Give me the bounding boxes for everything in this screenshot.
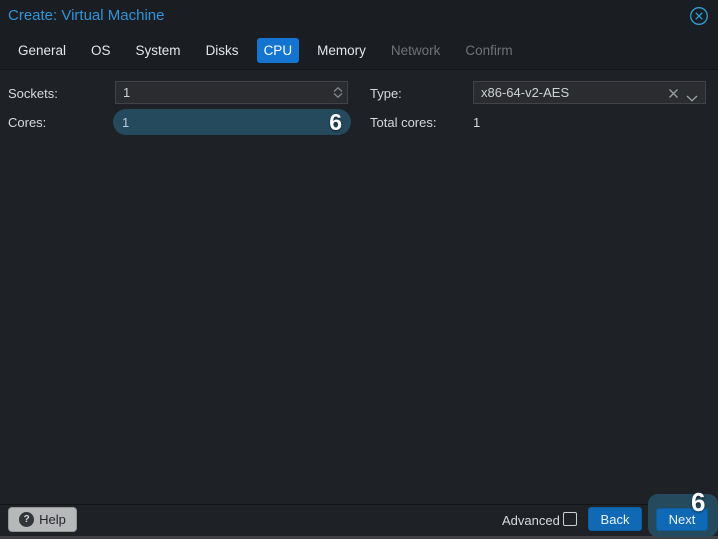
- tab-memory[interactable]: Memory: [310, 38, 373, 63]
- clear-icon[interactable]: [668, 87, 679, 102]
- tab-disks[interactable]: Disks: [199, 38, 246, 63]
- sockets-input[interactable]: [116, 82, 347, 103]
- cores-label: Cores:: [8, 115, 46, 130]
- cores-field: [113, 109, 351, 135]
- dialog-titlebar: Create: Virtual Machine: [0, 0, 718, 31]
- close-icon[interactable]: [689, 6, 709, 26]
- next-button[interactable]: Next: [656, 508, 708, 531]
- cores-input[interactable]: [113, 109, 351, 135]
- tab-confirm: Confirm: [458, 38, 519, 63]
- page-title: Create: Virtual Machine: [8, 7, 164, 24]
- tab-os[interactable]: OS: [84, 38, 118, 63]
- tab-cpu[interactable]: CPU: [257, 38, 300, 63]
- type-label: Type:: [370, 86, 402, 101]
- back-button[interactable]: Back: [588, 507, 642, 531]
- wizard-tab-bar: General OS System Disks CPU Memory Netwo…: [0, 31, 718, 70]
- sockets-spinner[interactable]: [333, 82, 343, 103]
- create-vm-dialog: Create: Virtual Machine General OS Syste…: [0, 0, 718, 539]
- tab-general[interactable]: General: [11, 38, 73, 63]
- total-cores-value: 1: [473, 115, 480, 130]
- question-icon: ?: [19, 512, 34, 527]
- chevron-down-icon[interactable]: [686, 90, 698, 105]
- chevron-up-icon: [333, 87, 343, 92]
- chevron-down-icon: [333, 93, 343, 98]
- tab-network: Network: [384, 38, 448, 63]
- tab-system[interactable]: System: [129, 38, 188, 63]
- total-cores-label: Total cores:: [370, 115, 436, 130]
- help-button[interactable]: ? Help: [8, 507, 77, 532]
- sockets-field: [115, 81, 348, 104]
- help-button-label: Help: [39, 512, 66, 527]
- advanced-label: Advanced: [502, 513, 560, 528]
- sockets-label: Sockets:: [8, 86, 58, 101]
- advanced-checkbox[interactable]: [563, 512, 577, 526]
- type-combobox: [473, 81, 706, 104]
